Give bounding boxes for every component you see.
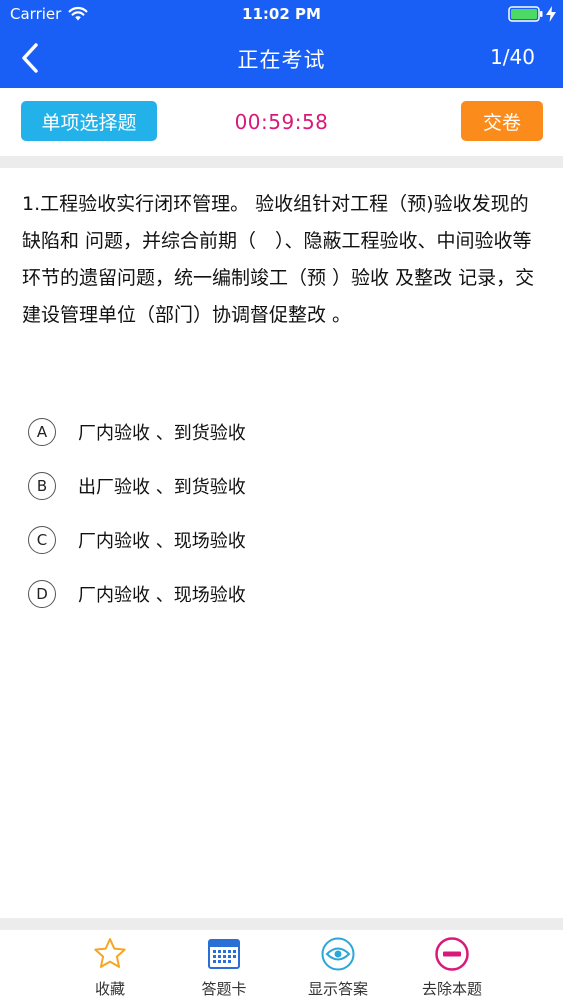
tab-label: 去除本题 [421, 980, 482, 998]
bottom-tab-bar: 收藏 答题卡 显示答案 去除本题 [0, 930, 563, 1000]
option-text: 出厂验收 、到货验收 [78, 477, 246, 498]
tab-label: 收藏 [94, 980, 125, 998]
charging-bolt-icon [546, 6, 556, 26]
status-bar: Carrier 11:02 PM [0, 0, 563, 30]
option-letter: D [28, 580, 56, 608]
tab-answer-card[interactable]: 答题卡 [174, 934, 274, 998]
submit-exam-button[interactable]: 交卷 [461, 101, 543, 141]
nav-bar: 正在考试 1/40 [0, 30, 563, 88]
divider [0, 156, 563, 168]
remove-icon [435, 937, 469, 971]
option-d[interactable]: D 厂内验收 、现场验收 [28, 579, 528, 609]
option-a[interactable]: A 厂内验收 、到货验收 [28, 417, 528, 447]
header: Carrier 11:02 PM 正在考试 1/40 [0, 0, 563, 88]
eye-icon [321, 937, 355, 971]
battery-icon [508, 6, 544, 26]
tab-show-answer[interactable]: 显示答案 [288, 934, 388, 998]
divider [0, 918, 563, 930]
tab-favorite[interactable]: 收藏 [60, 934, 160, 998]
star-icon [94, 938, 126, 968]
option-c[interactable]: C 厂内验收 、现场验收 [28, 525, 528, 555]
clock: 11:02 PM [242, 5, 321, 23]
tab-label: 显示答案 [307, 980, 368, 998]
page-title: 正在考试 [237, 48, 326, 72]
option-letter: B [28, 472, 56, 500]
option-text: 厂内验收 、现场验收 [78, 585, 246, 606]
tab-label: 答题卡 [201, 980, 247, 998]
option-letter: A [28, 418, 56, 446]
tab-remove-question[interactable]: 去除本题 [402, 934, 502, 998]
option-letter: C [28, 526, 56, 554]
question-progress: 1/40 [490, 45, 535, 69]
option-b[interactable]: B 出厂验收 、到货验收 [28, 471, 528, 501]
answer-card-icon [208, 939, 240, 969]
question-text: 1.工程验收实行闭环管理。 验收组针对工程（预)验收发现的缺陷和 问题，并综合前… [22, 193, 535, 326]
exam-toolbar: 单项选择题 00:59:58 交卷 [0, 88, 563, 156]
option-text: 厂内验收 、现场验收 [78, 531, 246, 552]
option-text: 厂内验收 、到货验收 [78, 423, 246, 444]
